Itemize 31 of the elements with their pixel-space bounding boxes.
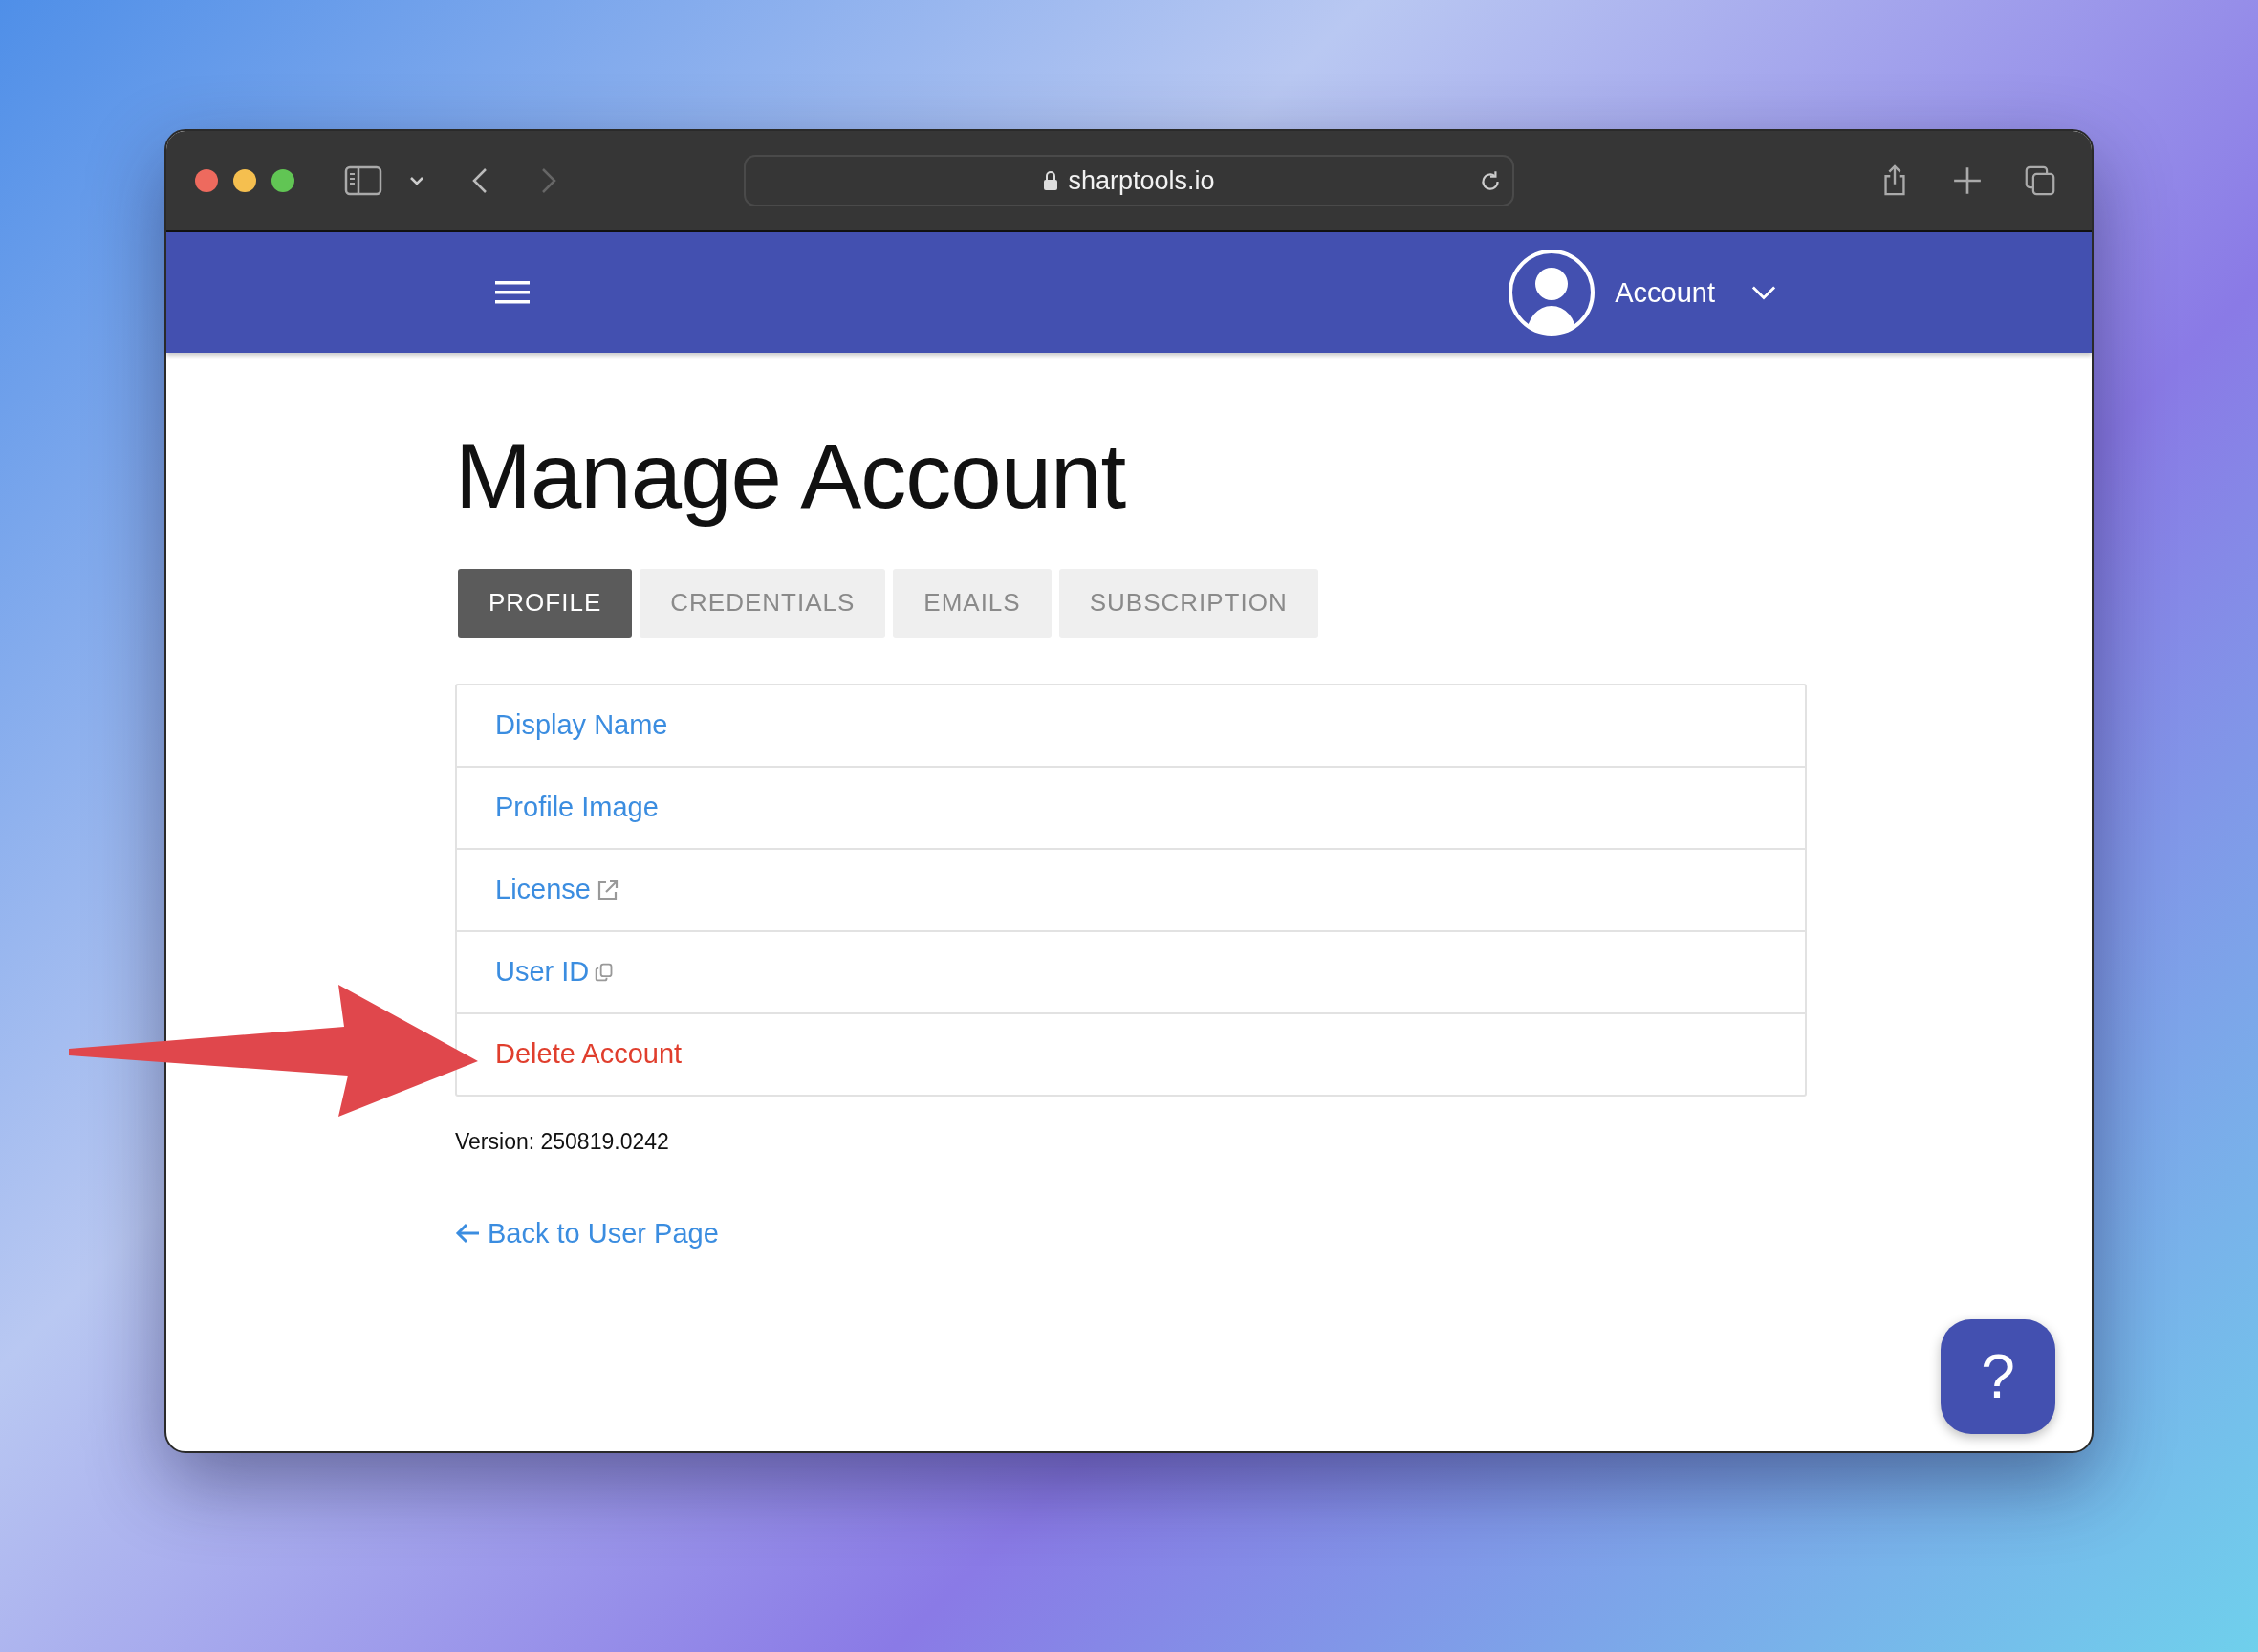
close-button[interactable] [195, 169, 218, 192]
settings-link[interactable]: Delete Account [495, 1038, 683, 1071]
settings-link[interactable]: Display Name [495, 709, 668, 742]
address-text: sharptools.io [1068, 165, 1215, 196]
account-menu-button[interactable]: Account [1615, 276, 1715, 309]
page-title: Manage Account [455, 425, 1127, 527]
help-button[interactable]: ? [1941, 1319, 2055, 1434]
zoom-button[interactable] [271, 169, 294, 192]
settings-link[interactable]: User ID [495, 956, 590, 989]
back-icon[interactable] [472, 167, 488, 194]
caret-icon[interactable] [1751, 285, 1776, 300]
arrow-left-icon[interactable] [455, 1223, 480, 1245]
tab[interactable]: SUBSCRIPTION [1058, 568, 1318, 638]
lock-icon [1043, 170, 1059, 191]
sidebar-icon[interactable] [344, 165, 382, 196]
minimize-button[interactable] [233, 169, 256, 192]
avatar-icon[interactable] [1508, 249, 1596, 337]
external-link-icon[interactable] [596, 878, 619, 902]
chevron-down-icon[interactable] [409, 176, 424, 185]
tab[interactable]: CREDENTIALS [640, 568, 886, 638]
menu-icon[interactable] [495, 280, 530, 305]
tab[interactable]: EMAILS [893, 568, 1052, 638]
version-text: Version: 250819.0242 [455, 1128, 670, 1155]
tabs-overview-icon[interactable] [2025, 164, 2055, 197]
address-bar[interactable]: sharptools.io [744, 155, 1514, 206]
tab[interactable]: PROFILE [458, 568, 633, 638]
settings-link[interactable]: Profile Image [495, 792, 659, 824]
back-link[interactable]: Back to User Page [488, 1217, 719, 1250]
settings-link[interactable]: License [495, 874, 591, 906]
copy-icon[interactable] [595, 962, 615, 982]
new-tab-icon[interactable] [1952, 164, 1983, 197]
